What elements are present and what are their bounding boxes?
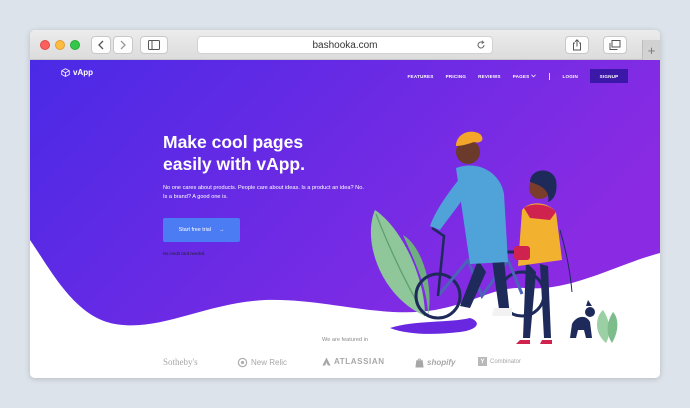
browser-window: bashooka.com + vApp FEATURES PRICING REV… <box>30 30 660 378</box>
minimize-window-button[interactable] <box>55 40 65 50</box>
share-icon <box>573 39 581 51</box>
browser-toolbar: bashooka.com + <box>30 30 660 60</box>
shopify-bag-icon <box>415 358 424 368</box>
nav-login[interactable]: LOGIN <box>562 74 578 79</box>
nav-pages[interactable]: PAGES <box>513 74 537 79</box>
nav-reviews[interactable]: REVIEWS <box>478 74 501 79</box>
brand-y-combinator: Y Combinator <box>478 357 521 366</box>
plus-icon: + <box>647 42 656 58</box>
signup-button[interactable]: SIGNUP <box>590 69 628 83</box>
brand-logos: Sotheby's New Relic ATLASSIAN shopify Y … <box>30 354 660 374</box>
headline-line-2: easily with vApp. <box>163 154 305 174</box>
hero-headline: Make cool pages easily with vApp. <box>163 131 373 175</box>
headline-line-1: Make cool pages <box>163 132 304 152</box>
back-button[interactable] <box>91 36 111 54</box>
nav-features[interactable]: FEATURES <box>408 74 434 79</box>
chevron-down-icon <box>531 74 537 78</box>
tabs-button[interactable] <box>603 36 627 54</box>
cube-icon <box>61 68 70 77</box>
hero-subtext: No one cares about products. People care… <box>163 185 364 200</box>
new-tab-button[interactable]: + <box>642 40 660 60</box>
nav-pricing[interactable]: PRICING <box>446 74 467 79</box>
nav-pages-label: PAGES <box>512 73 530 79</box>
nav-divider <box>549 72 551 80</box>
zoom-window-button[interactable] <box>70 40 80 50</box>
site-logo[interactable]: vApp <box>61 68 93 77</box>
logo-text: vApp <box>73 68 93 77</box>
start-trial-label: Start free trial <box>178 227 211 233</box>
atlassian-logo-icon <box>322 357 331 366</box>
brand-y-combinator-label: Combinator <box>490 358 522 365</box>
close-window-button[interactable] <box>40 40 50 50</box>
brand-shopify-label: shopify <box>427 358 456 367</box>
dog-figure <box>570 300 595 338</box>
sidebar-button[interactable] <box>140 36 168 54</box>
address-bar[interactable]: bashooka.com <box>197 36 493 54</box>
ground-shadow <box>390 318 477 334</box>
y-combinator-logo-icon: Y <box>478 357 487 366</box>
brand-sothebys: Sotheby's <box>163 357 198 367</box>
sidebar-icon <box>148 40 160 50</box>
tabs-icon <box>609 40 621 50</box>
main-nav: FEATURES PRICING REVIEWS PAGES LOGIN SIG… <box>396 69 628 83</box>
webpage: vApp FEATURES PRICING REVIEWS PAGES LOGI… <box>30 60 660 378</box>
featured-label: We are featured in <box>322 337 368 343</box>
brand-new-relic-label: New Relic <box>251 358 288 367</box>
brand-new-relic: New Relic <box>237 357 287 368</box>
forward-button[interactable] <box>113 36 133 54</box>
start-trial-button[interactable]: Start free trial → <box>163 218 240 242</box>
chevron-right-icon <box>120 40 126 50</box>
hero-illustration <box>30 60 660 344</box>
new-relic-logo-icon <box>237 357 248 368</box>
arrow-right-icon: → <box>218 227 225 233</box>
brand-atlassian-label: ATLASSIAN <box>334 357 385 366</box>
brand-shopify: shopify <box>415 357 455 368</box>
brand-atlassian: ATLASSIAN <box>322 357 385 366</box>
reload-icon[interactable] <box>476 40 486 50</box>
no-credit-card-note: No credit card needed. <box>163 251 206 256</box>
url-text: bashooka.com <box>312 39 378 51</box>
chevron-left-icon <box>98 40 104 50</box>
share-button[interactable] <box>565 36 589 54</box>
